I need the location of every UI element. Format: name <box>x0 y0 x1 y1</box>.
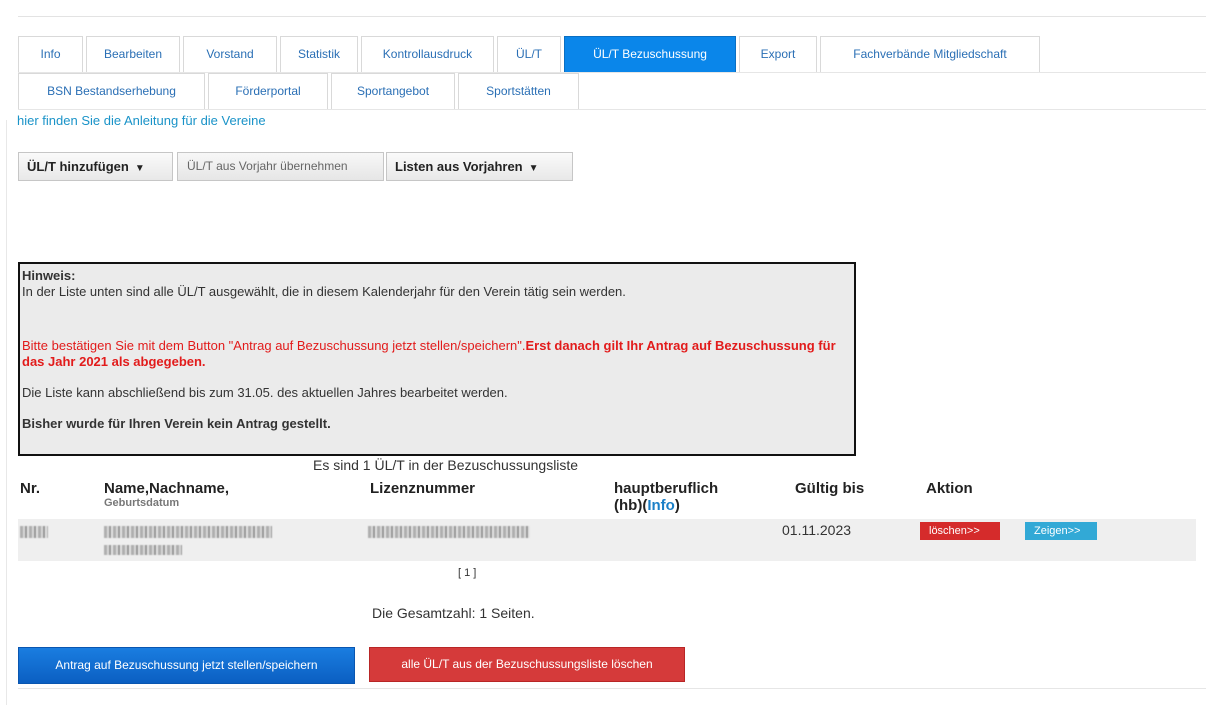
clear-list-button[interactable]: alle ÜL/T aus der Bezuschussungsliste lö… <box>369 647 685 682</box>
redacted-name <box>104 526 272 538</box>
delete-row-button[interactable]: löschen>> <box>920 522 1000 540</box>
tab-bearbeiten[interactable]: Bearbeiten <box>86 36 180 72</box>
tab-bsn-bestandserhebung[interactable]: BSN Bestandserhebung <box>18 73 205 109</box>
row-valid-until: 01.11.2023 <box>782 522 852 538</box>
fulltime-info-link[interactable]: Info <box>647 497 675 514</box>
notice-warning: Bitte bestätigen Sie mit dem Button "Ant… <box>22 338 852 370</box>
tab-info[interactable]: Info <box>18 36 83 72</box>
col-header-fulltime-line1: hauptberuflich <box>614 480 719 497</box>
redacted-nr <box>20 526 48 538</box>
add-ult-label: ÜL/T hinzufügen <box>27 159 129 174</box>
previous-lists-dropdown[interactable]: Listen aus Vorjahren ▼ <box>386 152 573 181</box>
pagination[interactable]: [ 1 ] <box>458 567 476 579</box>
col-header-fulltime-line2: (hb)(Info) <box>614 497 680 514</box>
tab-row-1: Info Bearbeiten Vorstand Statistik Kontr… <box>18 36 1206 73</box>
tab-foerderportal[interactable]: Förderportal <box>208 73 328 109</box>
guide-link[interactable]: hier finden Sie die Anleitung für die Ve… <box>17 113 266 128</box>
tab-export[interactable]: Export <box>739 36 817 72</box>
tab-bar: Info Bearbeiten Vorstand Statistik Kontr… <box>18 36 1206 110</box>
tab-row-2: BSN Bestandserhebung Förderportal Sporta… <box>18 73 1206 110</box>
previous-lists-label: Listen aus Vorjahren <box>395 159 523 174</box>
col-header-nr: Nr. <box>20 480 41 497</box>
col-header-valid-until: Gültig bis <box>795 480 865 497</box>
redacted-birthdate <box>104 545 182 555</box>
tab-ult[interactable]: ÜL/T <box>497 36 561 72</box>
total-pages: Die Gesamtzahl: 1 Seiten. <box>372 605 535 621</box>
col-header-action: Aktion <box>926 480 973 497</box>
count-line: Es sind 1 ÜL/T in der Bezuschussungslist… <box>313 457 579 473</box>
notice-box: Hinweis: In der Liste unten sind alle ÜL… <box>18 262 856 456</box>
col-header-name-line2: Geburtsdatum <box>104 497 180 507</box>
tab-statistik[interactable]: Statistik <box>280 36 358 72</box>
copy-previous-year-button[interactable]: ÜL/T aus Vorjahr übernehmen <box>177 152 384 181</box>
notice-line-3: Die Liste kann abschließend bis zum 31.0… <box>22 385 508 400</box>
left-divider <box>6 120 7 705</box>
add-ult-dropdown[interactable]: ÜL/T hinzufügen ▼ <box>18 152 173 181</box>
top-border <box>18 0 1206 17</box>
redacted-license <box>368 526 530 538</box>
tab-vorstand[interactable]: Vorstand <box>183 36 277 72</box>
notice-line-1: In der Liste unten sind alle ÜL/T ausgew… <box>22 284 626 299</box>
tab-ult-bezuschussung[interactable]: ÜL/T Bezuschussung <box>564 36 736 72</box>
tab-kontrollausdruck[interactable]: Kontrollausdruck <box>361 36 494 72</box>
show-row-button[interactable]: Zeigen>> <box>1025 522 1097 540</box>
notice-warning-normal: Bitte bestätigen Sie mit dem Button "Ant… <box>22 338 526 353</box>
tab-sportangebot[interactable]: Sportangebot <box>331 73 455 109</box>
col-header-license: Lizenznummer <box>370 480 476 497</box>
tab-fachverbaende[interactable]: Fachverbände Mitgliedschaft <box>820 36 1040 72</box>
notice-line-4: Bisher wurde für Ihren Verein kein Antra… <box>22 416 331 431</box>
caret-down-icon: ▼ <box>528 163 539 174</box>
tab-sportstaetten[interactable]: Sportstätten <box>458 73 579 109</box>
bottom-divider <box>18 688 1206 689</box>
notice-title: Hinweis: <box>22 268 76 283</box>
caret-down-icon: ▼ <box>134 163 145 174</box>
col-header-fulltime: hauptberuflich (hb)(Info) <box>614 480 718 514</box>
submit-application-button[interactable]: Antrag auf Bezuschussung jetzt stellen/s… <box>18 647 355 684</box>
col-header-name-line1: Name,Nachname, <box>104 480 230 497</box>
col-header-name: Name,Nachname, Geburtsdatum <box>104 480 229 507</box>
